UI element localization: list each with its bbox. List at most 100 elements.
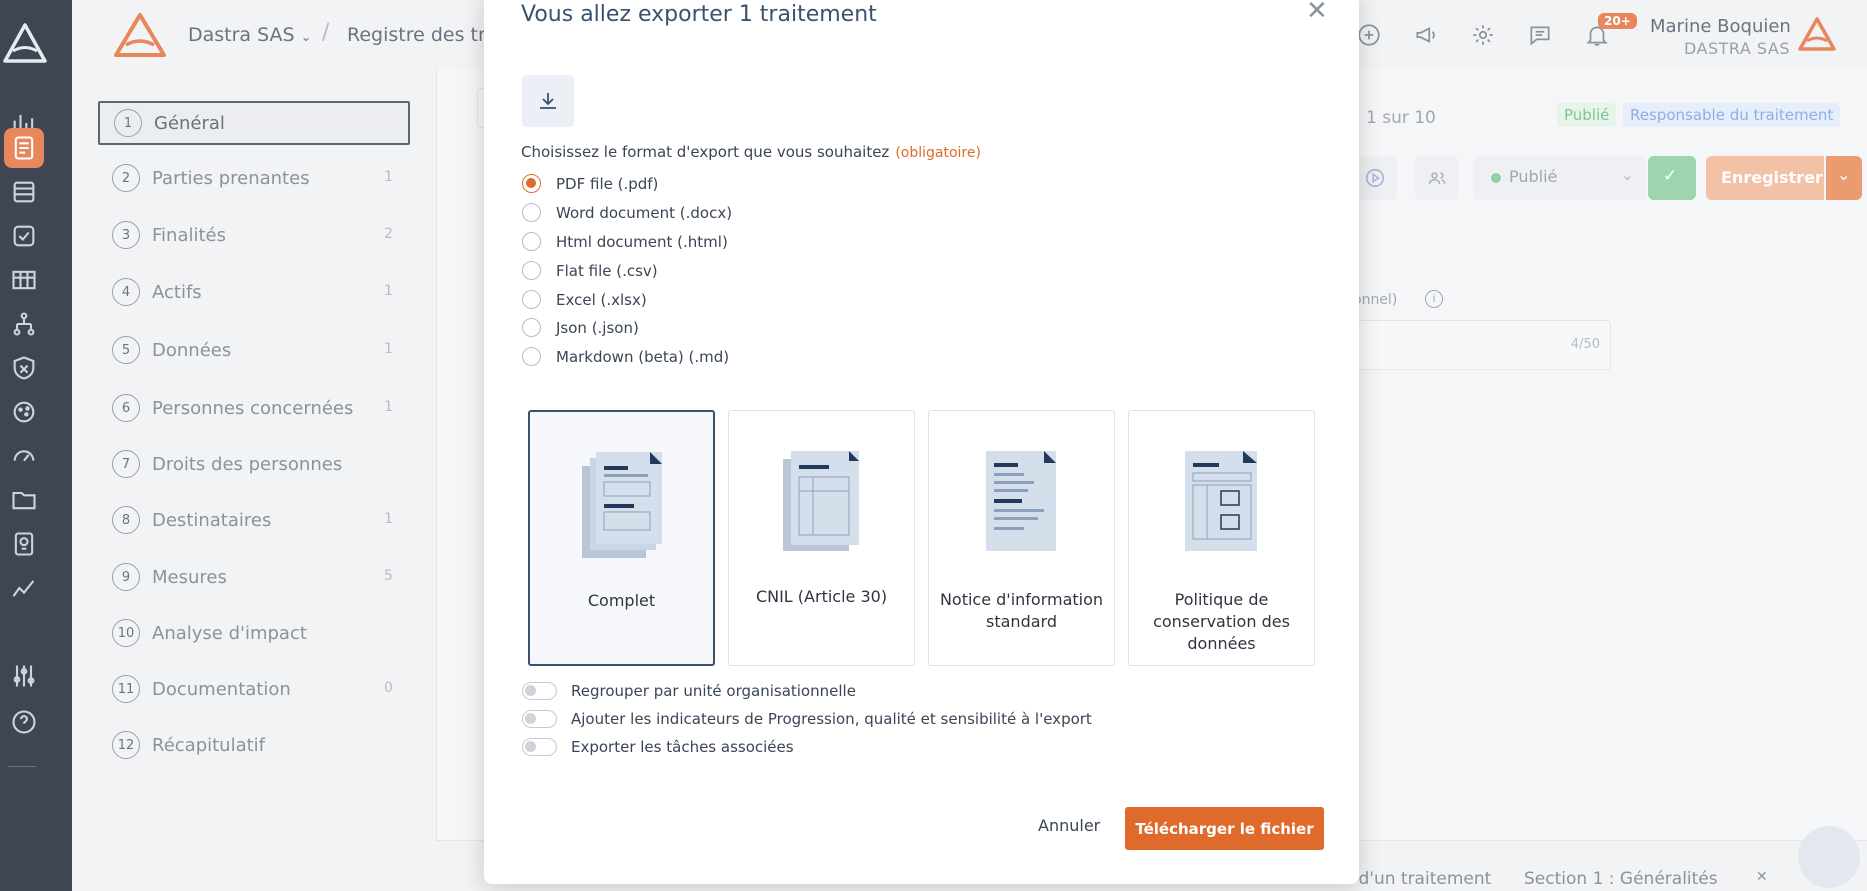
format-option-0[interactable]: PDF file (.pdf): [522, 174, 658, 193]
nav-item-count: 1: [384, 399, 393, 415]
nav-step-number: 2: [112, 164, 140, 192]
name-field[interactable]: 4/50: [1353, 320, 1611, 370]
export-option-1[interactable]: Ajouter les indicateurs de Progression, …: [522, 710, 1092, 728]
nav-item-2[interactable]: 2 Parties prenantes: [98, 156, 410, 200]
toggle-switch[interactable]: [522, 738, 557, 756]
gear-icon[interactable]: [1470, 22, 1496, 48]
export-option-0[interactable]: Regrouper par unité organisationnelle: [522, 682, 856, 700]
nav-item-1[interactable]: 1 Général: [98, 101, 410, 145]
nav-item-count: 1: [384, 283, 393, 299]
format-option-6[interactable]: Markdown (beta) (.md): [522, 347, 729, 366]
breadcrumb-separator: /: [322, 20, 330, 45]
org-logo-icon: [114, 13, 166, 57]
audit-icon[interactable]: [4, 216, 44, 256]
nav-item-12[interactable]: 12 Récapitulatif: [98, 723, 410, 767]
template-card-2[interactable]: Notice d'information standard: [928, 410, 1115, 666]
format-option-label: Html document (.html): [556, 232, 728, 251]
status-select[interactable]: Publié ⌄: [1473, 156, 1646, 200]
export-option-label: Regrouper par unité organisationnelle: [571, 682, 856, 700]
radio-button[interactable]: [522, 290, 541, 309]
nav-item-count: 5: [384, 568, 393, 584]
template-card-0[interactable]: Complet: [528, 410, 715, 666]
info-icon[interactable]: i: [1425, 290, 1443, 308]
nav-item-4[interactable]: 4 Actifs: [98, 270, 410, 314]
nav-item-count: 2: [384, 226, 393, 242]
template-card-3[interactable]: Politique de conservation des données: [1128, 410, 1315, 666]
template-card-1[interactable]: CNIL (Article 30): [728, 410, 915, 666]
close-icon[interactable]: ✕: [1306, 0, 1328, 26]
radio-button[interactable]: [522, 347, 541, 366]
save-dropdown-button[interactable]: ⌄: [1826, 156, 1862, 200]
help-icon[interactable]: [4, 702, 44, 742]
nav-item-5[interactable]: 5 Données: [98, 328, 410, 372]
status-dot: [1491, 173, 1501, 183]
chevron-down-icon: ⌄: [1621, 166, 1634, 184]
chat-icon[interactable]: [1527, 22, 1553, 48]
download-icon-box: [522, 75, 574, 127]
nav-item-label: Mesures: [152, 566, 227, 588]
nav-step-number: 4: [112, 278, 140, 306]
user-avatar-logo-icon[interactable]: [1797, 16, 1837, 52]
nav-item-10[interactable]: 10 Analyse d'impact: [98, 611, 410, 655]
nav-item-3[interactable]: 3 Finalités: [98, 213, 410, 257]
nav-step-number: 1: [114, 109, 142, 137]
document-illustration-icon: [985, 451, 1058, 557]
assistant-bot-avatar[interactable]: [1798, 826, 1860, 888]
status-select-value: Publié: [1509, 167, 1558, 186]
toggle-switch[interactable]: [522, 682, 557, 700]
nav-item-7[interactable]: 7 Droits des personnes: [98, 442, 410, 486]
nav-item-11[interactable]: 11 Documentation: [98, 667, 410, 711]
security-shield-icon[interactable]: [4, 348, 44, 388]
nav-item-label: Personnes concernées: [152, 397, 354, 419]
cookies-icon[interactable]: [4, 392, 44, 432]
org-selector[interactable]: Dastra SAS ⌄: [188, 24, 312, 46]
pager-text: 1 sur 10: [1366, 108, 1436, 128]
nav-item-8[interactable]: 8 Destinataires: [98, 498, 410, 542]
format-option-4[interactable]: Excel (.xlsx): [522, 290, 647, 309]
save-button-label: Enregistrer: [1721, 168, 1823, 187]
user-name[interactable]: Marine Boquien: [1650, 16, 1791, 37]
megaphone-icon[interactable]: [1413, 22, 1439, 48]
radio-button[interactable]: [522, 174, 541, 193]
folder-icon[interactable]: [4, 480, 44, 520]
template-label: Complet: [587, 591, 656, 610]
users-button[interactable]: [1415, 156, 1459, 200]
format-option-5[interactable]: Json (.json): [522, 318, 639, 337]
download-file-button[interactable]: Télécharger le fichier: [1125, 807, 1324, 850]
help-topic-section-1[interactable]: Section 1 : Généralités: [1524, 869, 1718, 889]
export-option-label: Exporter les tâches associées: [571, 738, 794, 756]
toggle-switch[interactable]: [522, 710, 557, 728]
close-icon[interactable]: ✕: [1756, 869, 1768, 885]
add-circle-icon[interactable]: [1356, 22, 1382, 48]
nav-item-6[interactable]: 6 Personnes concernées: [98, 386, 410, 430]
format-option-2[interactable]: Html document (.html): [522, 232, 728, 251]
settings-sliders-icon[interactable]: [4, 656, 44, 696]
cancel-button[interactable]: Annuler: [1038, 816, 1100, 835]
radio-button[interactable]: [522, 261, 541, 280]
breadcrumb[interactable]: Registre des tra: [347, 24, 497, 46]
register-icon[interactable]: [4, 128, 44, 168]
play-button[interactable]: [1353, 156, 1397, 200]
data-flow-icon[interactable]: [4, 304, 44, 344]
validate-button[interactable]: ✓: [1648, 156, 1696, 200]
gauge-icon[interactable]: [4, 436, 44, 476]
format-label: Choisissez le format d'export que vous s…: [521, 143, 981, 161]
radio-button[interactable]: [522, 203, 541, 222]
nav-item-label: Récapitulatif: [152, 734, 266, 756]
nav-item-label: Général: [154, 112, 225, 134]
nav-step-number: 6: [112, 394, 140, 422]
format-option-1[interactable]: Word document (.docx): [522, 203, 732, 222]
documents-icon[interactable]: [4, 260, 44, 300]
export-option-2[interactable]: Exporter les tâches associées: [522, 738, 794, 756]
database-icon[interactable]: [4, 172, 44, 212]
format-option-3[interactable]: Flat file (.csv): [522, 261, 658, 280]
nav-item-count: 1: [384, 341, 393, 357]
radio-button[interactable]: [522, 232, 541, 251]
radio-button[interactable]: [522, 318, 541, 337]
nav-item-9[interactable]: 9 Mesures: [98, 555, 410, 599]
format-option-label: PDF file (.pdf): [556, 174, 659, 193]
analytics-icon[interactable]: [4, 568, 44, 608]
save-button[interactable]: Enregistrer: [1706, 156, 1824, 200]
ideas-icon[interactable]: [4, 524, 44, 564]
dastra-logo-icon[interactable]: [0, 18, 50, 68]
